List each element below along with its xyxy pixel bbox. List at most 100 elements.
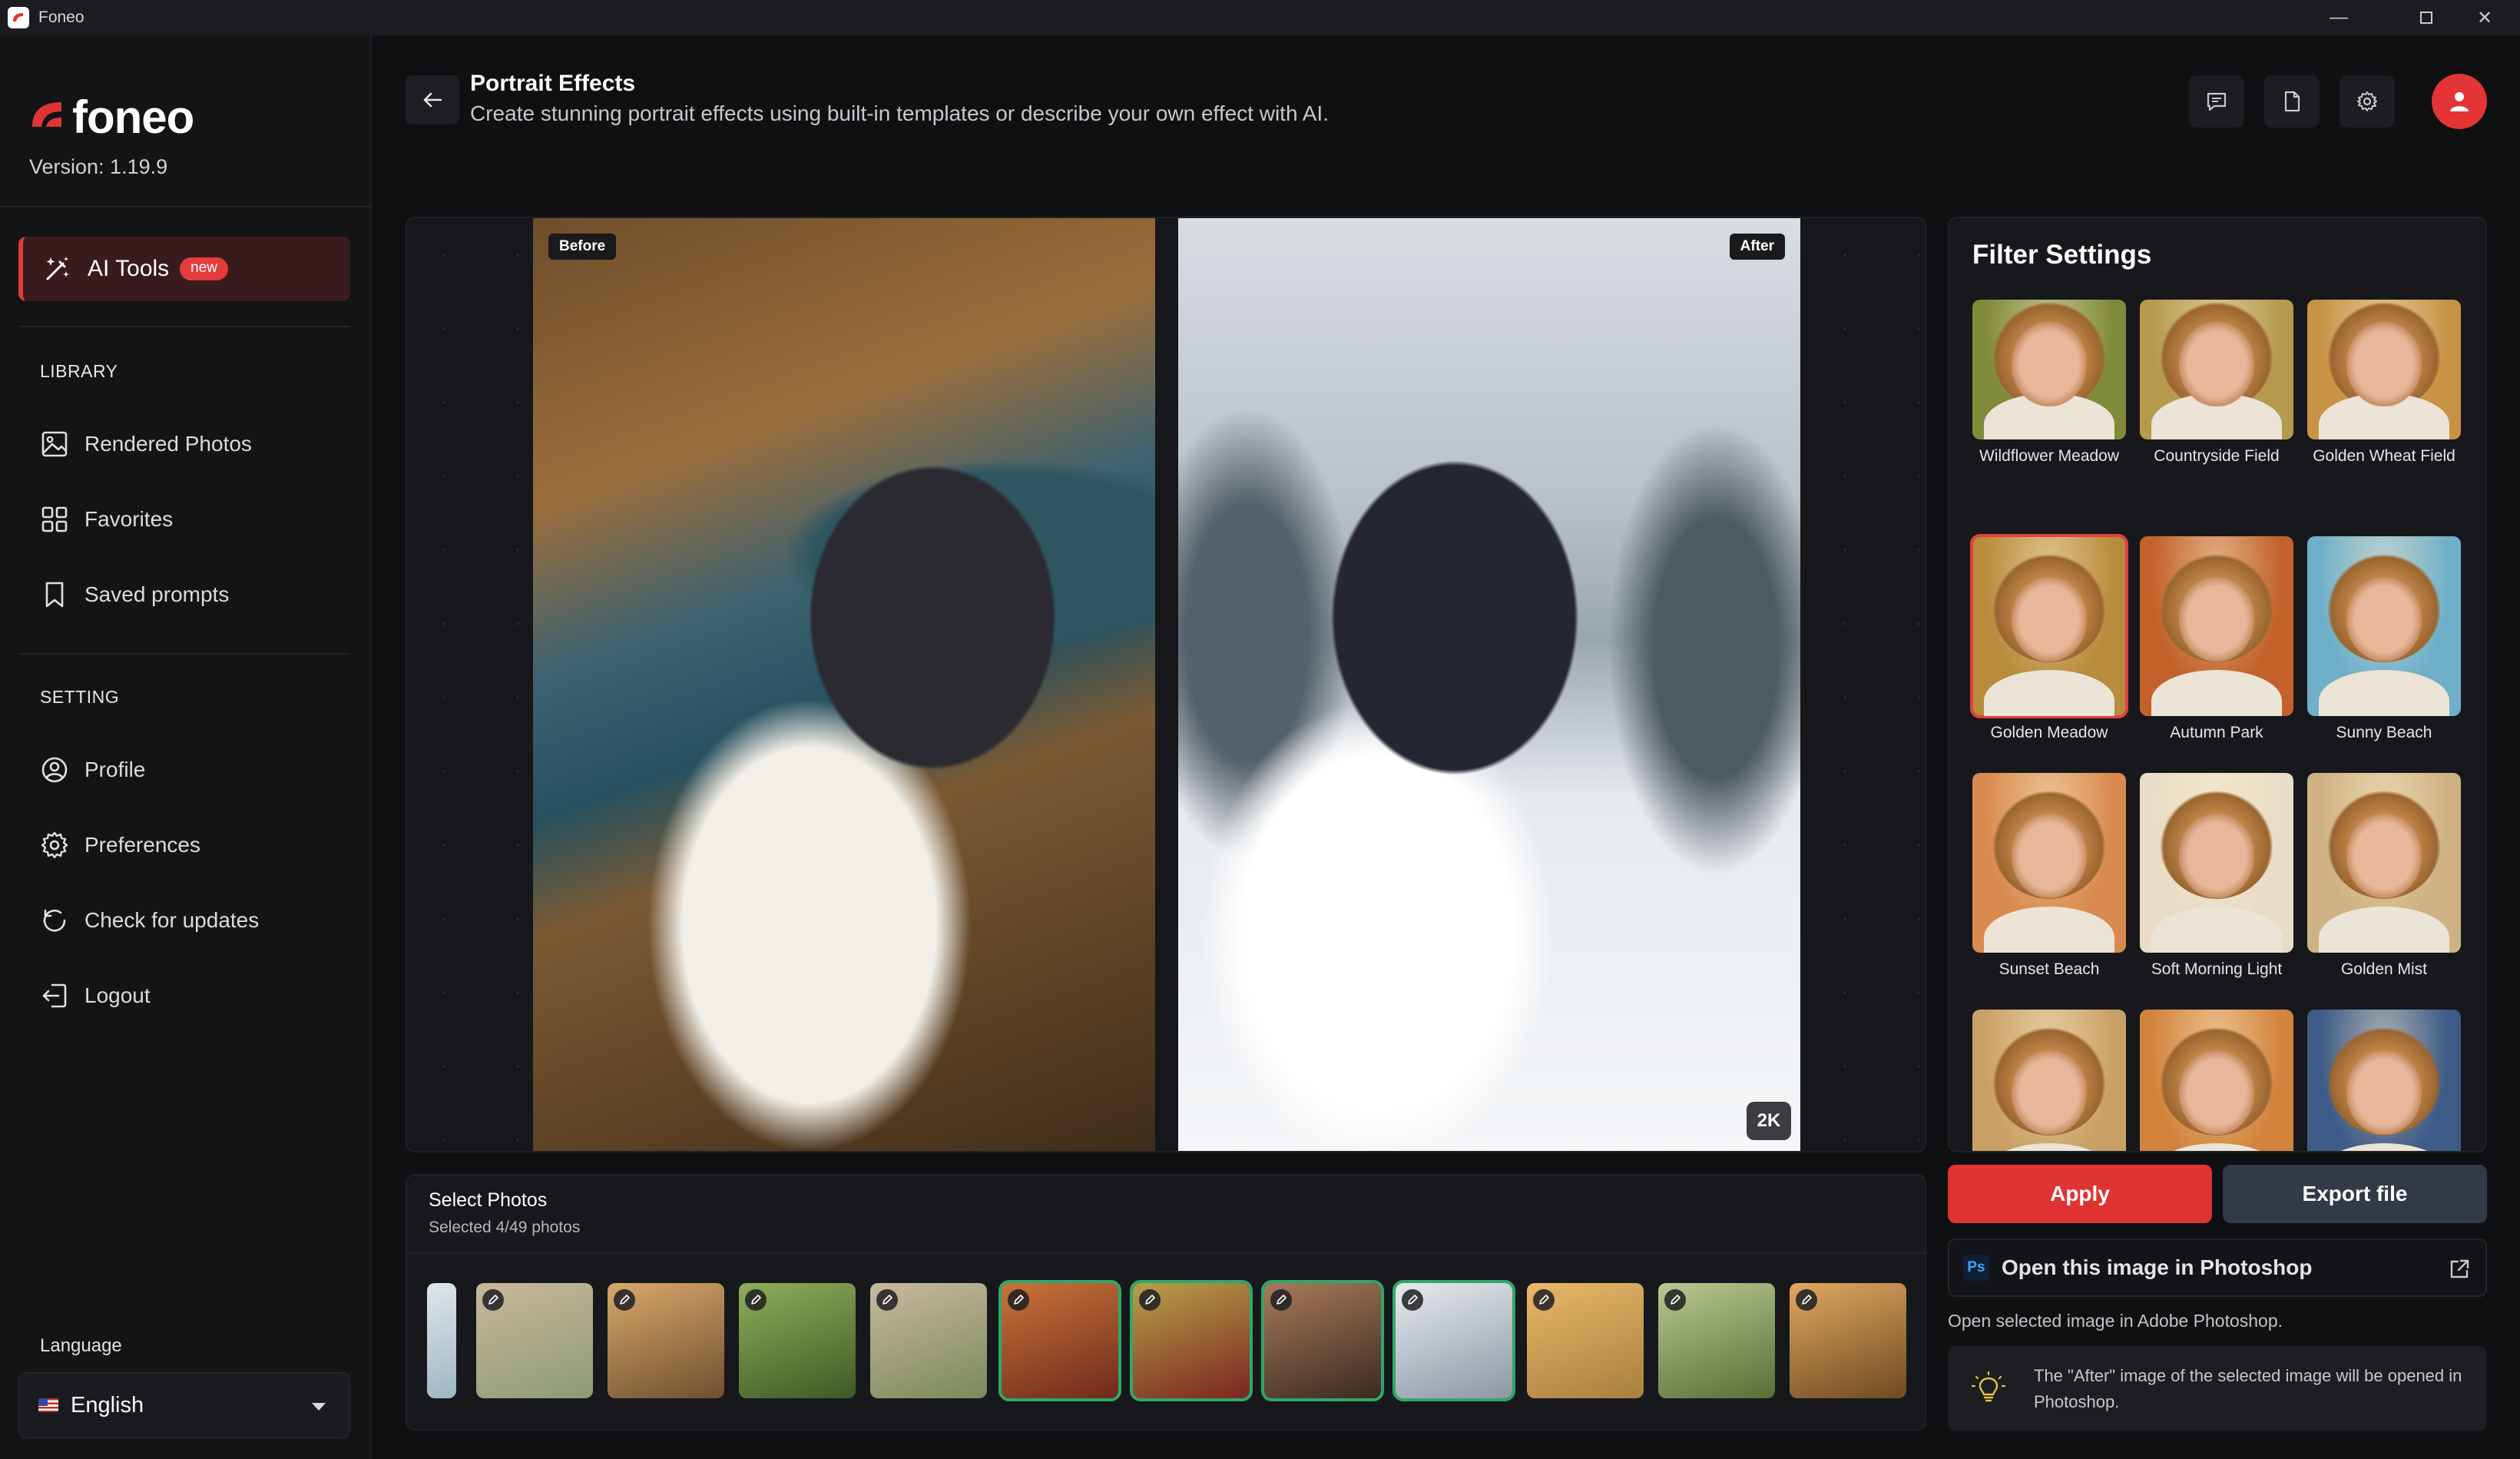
filter-card[interactable]: Golden Mist: [2307, 773, 2461, 979]
filter-card[interactable]: Golden Wheat Field: [2307, 300, 2461, 466]
photo-thumbnail[interactable]: [739, 1283, 856, 1398]
sidebar-item-saved-prompts[interactable]: Saved prompts: [40, 578, 229, 612]
filter-settings-title: Filter Settings: [1972, 240, 2152, 270]
sidebar-item-rendered-photos[interactable]: Rendered Photos: [40, 427, 252, 461]
photoshop-icon: Ps: [1963, 1255, 1989, 1281]
open-in-photoshop-button[interactable]: Ps Open this image in Photoshop: [1948, 1238, 2487, 1297]
portrait-face: [2179, 576, 2254, 662]
photo-thumbnail[interactable]: [1392, 1280, 1515, 1401]
filter-card[interactable]: [2307, 1010, 2461, 1151]
export-file-button[interactable]: Export file: [2223, 1165, 2487, 1223]
edit-icon[interactable]: [745, 1289, 767, 1311]
filter-thumbnail: [2140, 536, 2293, 716]
portrait-face: [2012, 576, 2087, 662]
photo-thumbnail[interactable]: [998, 1280, 1121, 1401]
image-icon: [41, 431, 68, 457]
photo-thumbnail[interactable]: [1261, 1280, 1384, 1401]
filter-thumbnail: [2140, 773, 2293, 953]
photo-thumbnail[interactable]: [1527, 1283, 1644, 1398]
sidebar-item-profile[interactable]: Profile: [40, 753, 145, 787]
divider: [0, 206, 370, 207]
edit-icon[interactable]: [1270, 1289, 1292, 1311]
setting-section-title: SETTING: [40, 687, 120, 707]
sidebar-item-label: AI Tools: [88, 256, 170, 281]
filter-thumbnail: [2307, 773, 2461, 953]
photo-thumbnail[interactable]: [1130, 1280, 1253, 1401]
language-select[interactable]: English: [18, 1372, 350, 1438]
portrait-face: [2012, 1049, 2087, 1135]
edit-icon[interactable]: [1139, 1289, 1161, 1311]
filter-card[interactable]: Soft Morning Light: [2140, 773, 2293, 979]
close-icon[interactable]: ✕: [2450, 0, 2519, 35]
filter-card[interactable]: Wildflower Meadow: [1972, 300, 2126, 466]
language-title: Language: [40, 1335, 122, 1356]
portrait-body: [2319, 670, 2449, 716]
edit-icon[interactable]: [1008, 1289, 1029, 1311]
arrow-left-icon: [423, 92, 442, 108]
edit-icon[interactable]: [1796, 1289, 1817, 1311]
sidebar-item-label: Rendered Photos: [84, 432, 252, 456]
sidebar-item-check-for-updates[interactable]: Check for updates: [40, 904, 259, 937]
photo-thumbnail[interactable]: [870, 1283, 987, 1398]
edit-icon[interactable]: [614, 1289, 635, 1311]
sidebar-item-favorites[interactable]: Favorites: [40, 502, 173, 536]
photo-thumbnail-partial[interactable]: [427, 1283, 456, 1398]
resolution-badge[interactable]: 2K: [1747, 1102, 1791, 1140]
portrait-body: [2151, 1143, 2282, 1151]
gear-icon: [41, 831, 68, 859]
photoshop-help-text: Open selected image in Adobe Photoshop.: [1948, 1311, 2283, 1331]
settings-button[interactable]: [2340, 75, 2395, 128]
filter-card[interactable]: Countryside Field: [2140, 300, 2293, 466]
apply-button[interactable]: Apply: [1948, 1165, 2212, 1223]
minimize-icon[interactable]: —: [2301, 0, 2376, 35]
photo-thumbnail[interactable]: [1658, 1283, 1775, 1398]
edit-icon[interactable]: [1664, 1289, 1686, 1311]
photo-thumbnail[interactable]: [608, 1283, 724, 1398]
edit-icon[interactable]: [1402, 1289, 1423, 1311]
filter-card[interactable]: Golden Meadow: [1970, 534, 2128, 742]
back-button[interactable]: [406, 75, 459, 124]
select-photos-panel: Select Photos Selected 4/49 photos: [406, 1174, 1926, 1431]
filter-card[interactable]: [2140, 1010, 2293, 1151]
filter-card[interactable]: Sunset Beach: [1972, 773, 2126, 979]
filter-thumbnail: [2307, 1010, 2461, 1151]
bookmark-icon: [45, 582, 64, 608]
filter-card[interactable]: [1972, 1010, 2126, 1151]
photo-thumbnail[interactable]: [1790, 1283, 1906, 1398]
portrait-body: [1984, 670, 2114, 716]
portrait-face: [2346, 576, 2422, 662]
selected-count: Selected 4/49 photos: [429, 1219, 581, 1236]
language-value: English: [71, 1392, 144, 1418]
filter-label: Golden Mist: [2340, 960, 2428, 978]
sidebar-item-label: Logout: [84, 983, 151, 1007]
filter-thumbnail: [2307, 536, 2461, 716]
user-avatar-button[interactable]: [2432, 74, 2487, 129]
portrait-body: [1984, 1143, 2114, 1151]
edit-icon[interactable]: [876, 1289, 898, 1311]
sidebar-item-preferences[interactable]: Preferences: [40, 828, 200, 862]
edit-icon[interactable]: [1533, 1289, 1555, 1311]
user-circle-icon: [41, 757, 68, 783]
filter-card[interactable]: Autumn Park: [2140, 536, 2293, 742]
before-label: Before: [548, 234, 617, 260]
portrait-body: [2151, 670, 2282, 716]
refresh-icon: [43, 909, 66, 932]
photo-thumbnail[interactable]: [476, 1283, 593, 1398]
portrait-body: [2319, 907, 2449, 953]
feedback-button[interactable]: [2189, 75, 2244, 128]
filter-card[interactable]: Sunny Beach: [2307, 536, 2461, 742]
filter-thumbnail: [2307, 300, 2461, 439]
edit-icon[interactable]: [482, 1289, 504, 1311]
portrait-face: [2012, 321, 2087, 406]
sidebar-item-ai-tools[interactable]: AI Tools new: [18, 237, 350, 301]
sidebar-item-logout[interactable]: Logout: [40, 979, 151, 1013]
filter-thumbnail: [1972, 773, 2126, 953]
before-after-preview: Before After 2K: [406, 217, 1926, 1152]
new-badge: new: [180, 257, 229, 280]
after-image: After: [1178, 218, 1800, 1151]
portrait-face: [2012, 813, 2087, 898]
filter-label: Countryside Field: [2154, 447, 2280, 465]
document-button[interactable]: [2264, 75, 2320, 128]
gear-icon: [2357, 91, 2377, 111]
lightbulb-icon: [1971, 1371, 2006, 1402]
